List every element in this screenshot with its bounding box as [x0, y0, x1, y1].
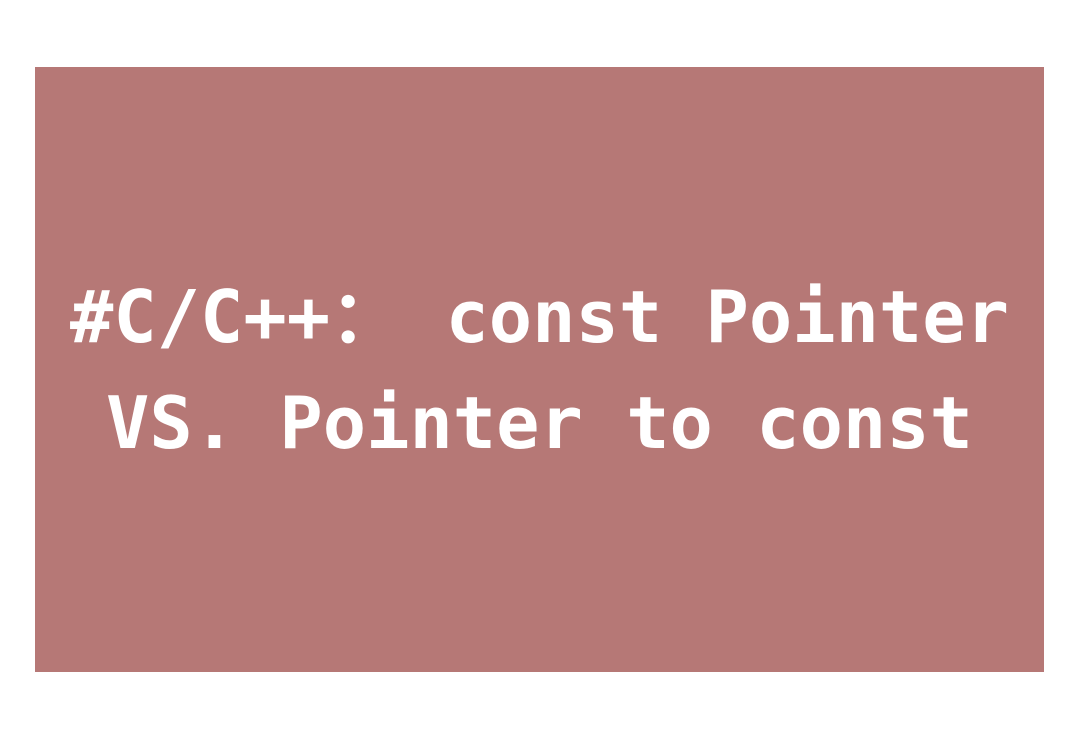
- cover-title-line-1: #C/C++： const Pointer: [70, 274, 1009, 359]
- cover-title-line-2: VS. Pointer to const: [106, 380, 973, 465]
- cover-banner: #C/C++： const Pointer VS. Pointer to con…: [35, 67, 1044, 672]
